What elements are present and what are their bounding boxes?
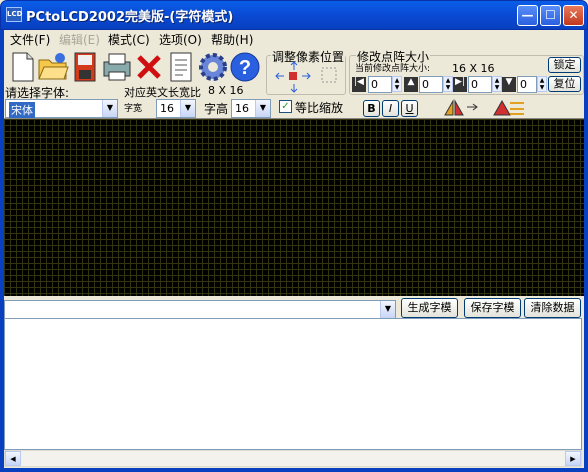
width-select-value: 16: [160, 102, 174, 115]
chevron-down-icon[interactable]: ▼: [380, 301, 395, 318]
save-button[interactable]: 保存字模: [464, 298, 521, 318]
current-size-label: 当前修改点阵大小:: [355, 64, 431, 74]
window-title: PCtoLCD2002完美版-(字符模式): [26, 10, 234, 25]
spinner-right[interactable]: 0: [468, 76, 492, 93]
flip-horizontal-icon[interactable]: [443, 99, 479, 117]
ratio-value: 8 X 16: [208, 84, 244, 97]
settings-gear-icon[interactable]: [196, 50, 230, 84]
shrink-left-icon[interactable]: |◀: [352, 77, 366, 92]
clear-button[interactable]: 清除数据: [524, 298, 581, 318]
scroll-left-icon[interactable]: ◀: [5, 451, 21, 466]
new-file-icon[interactable]: [5, 50, 39, 84]
ratio-label: 对应英文长宽比: [124, 86, 201, 99]
window-frame-right: [584, 30, 588, 472]
spinner-left[interactable]: 0: [368, 76, 392, 93]
pixel-move-arrows-icon[interactable]: [274, 60, 344, 94]
print-icon[interactable]: [100, 50, 134, 84]
height-select[interactable]: 16 ▼: [231, 99, 271, 118]
spinner-top[interactable]: 0: [419, 76, 443, 93]
width-label: 字宽: [124, 104, 143, 114]
delete-icon[interactable]: [132, 50, 166, 84]
font-select-value: 宋体: [9, 102, 35, 118]
scroll-right-icon[interactable]: ▶: [565, 451, 581, 466]
output-textarea[interactable]: [4, 318, 582, 450]
close-button[interactable]: ✕: [563, 5, 584, 26]
shrink-bottom-icon[interactable]: ▼: [502, 77, 516, 92]
font-select[interactable]: 宋体 ▼: [5, 99, 118, 118]
help-icon[interactable]: ?: [228, 50, 262, 84]
flip-vertical-icon[interactable]: [490, 99, 526, 117]
italic-button[interactable]: I: [382, 100, 399, 117]
spinner-left-arrows[interactable]: ▲ ▼: [392, 76, 402, 92]
chevron-down-icon[interactable]: ▼: [255, 100, 270, 117]
generate-button[interactable]: 生成字模: [401, 298, 458, 318]
height-label: 字高: [204, 102, 229, 116]
shrink-top-icon[interactable]: ▲: [404, 77, 418, 92]
spinner-bottom[interactable]: 0: [517, 76, 537, 93]
spinner-top-arrows[interactable]: ▲ ▼: [443, 76, 453, 92]
bold-button[interactable]: B: [363, 100, 380, 117]
svg-text:?: ?: [239, 57, 251, 79]
underline-button[interactable]: U: [401, 100, 418, 117]
proportional-label: 等比缩放: [295, 101, 344, 115]
maximize-button[interactable]: ☐: [540, 5, 561, 26]
notes-icon[interactable]: [164, 50, 198, 84]
menu-help[interactable]: 帮助(H): [211, 31, 253, 48]
minimize-button[interactable]: —: [517, 5, 538, 26]
spinner-bottom-arrows[interactable]: ▲ ▼: [537, 76, 547, 92]
chevron-down-icon[interactable]: ▼: [180, 100, 195, 117]
horizontal-scrollbar[interactable]: ◀ ▶: [4, 450, 582, 467]
menu-file[interactable]: 文件(F): [10, 31, 50, 48]
current-size-value: 16 X 16: [452, 62, 495, 75]
open-folder-icon[interactable]: [36, 50, 70, 84]
menu-edit[interactable]: 编辑(E): [59, 31, 100, 48]
window-frame-bottom: [0, 468, 588, 472]
width-select[interactable]: 16 ▼: [156, 99, 196, 118]
app-icon: LCD: [6, 7, 22, 22]
output-select[interactable]: ▼: [4, 300, 396, 319]
dot-matrix-canvas[interactable]: [4, 118, 584, 296]
save-disk-icon[interactable]: [68, 50, 102, 84]
lock-button[interactable]: 锁定: [548, 57, 581, 73]
shrink-right-icon[interactable]: ▶|: [453, 77, 467, 92]
menu-options[interactable]: 选项(O): [159, 31, 202, 48]
spinner-right-arrows[interactable]: ▲ ▼: [492, 76, 502, 92]
reset-button[interactable]: 复位: [548, 76, 581, 92]
chevron-down-icon[interactable]: ▼: [102, 100, 117, 117]
menu-mode[interactable]: 模式(C): [108, 31, 150, 48]
proportional-checkbox[interactable]: ✓: [279, 100, 292, 113]
height-select-value: 16: [235, 102, 249, 115]
